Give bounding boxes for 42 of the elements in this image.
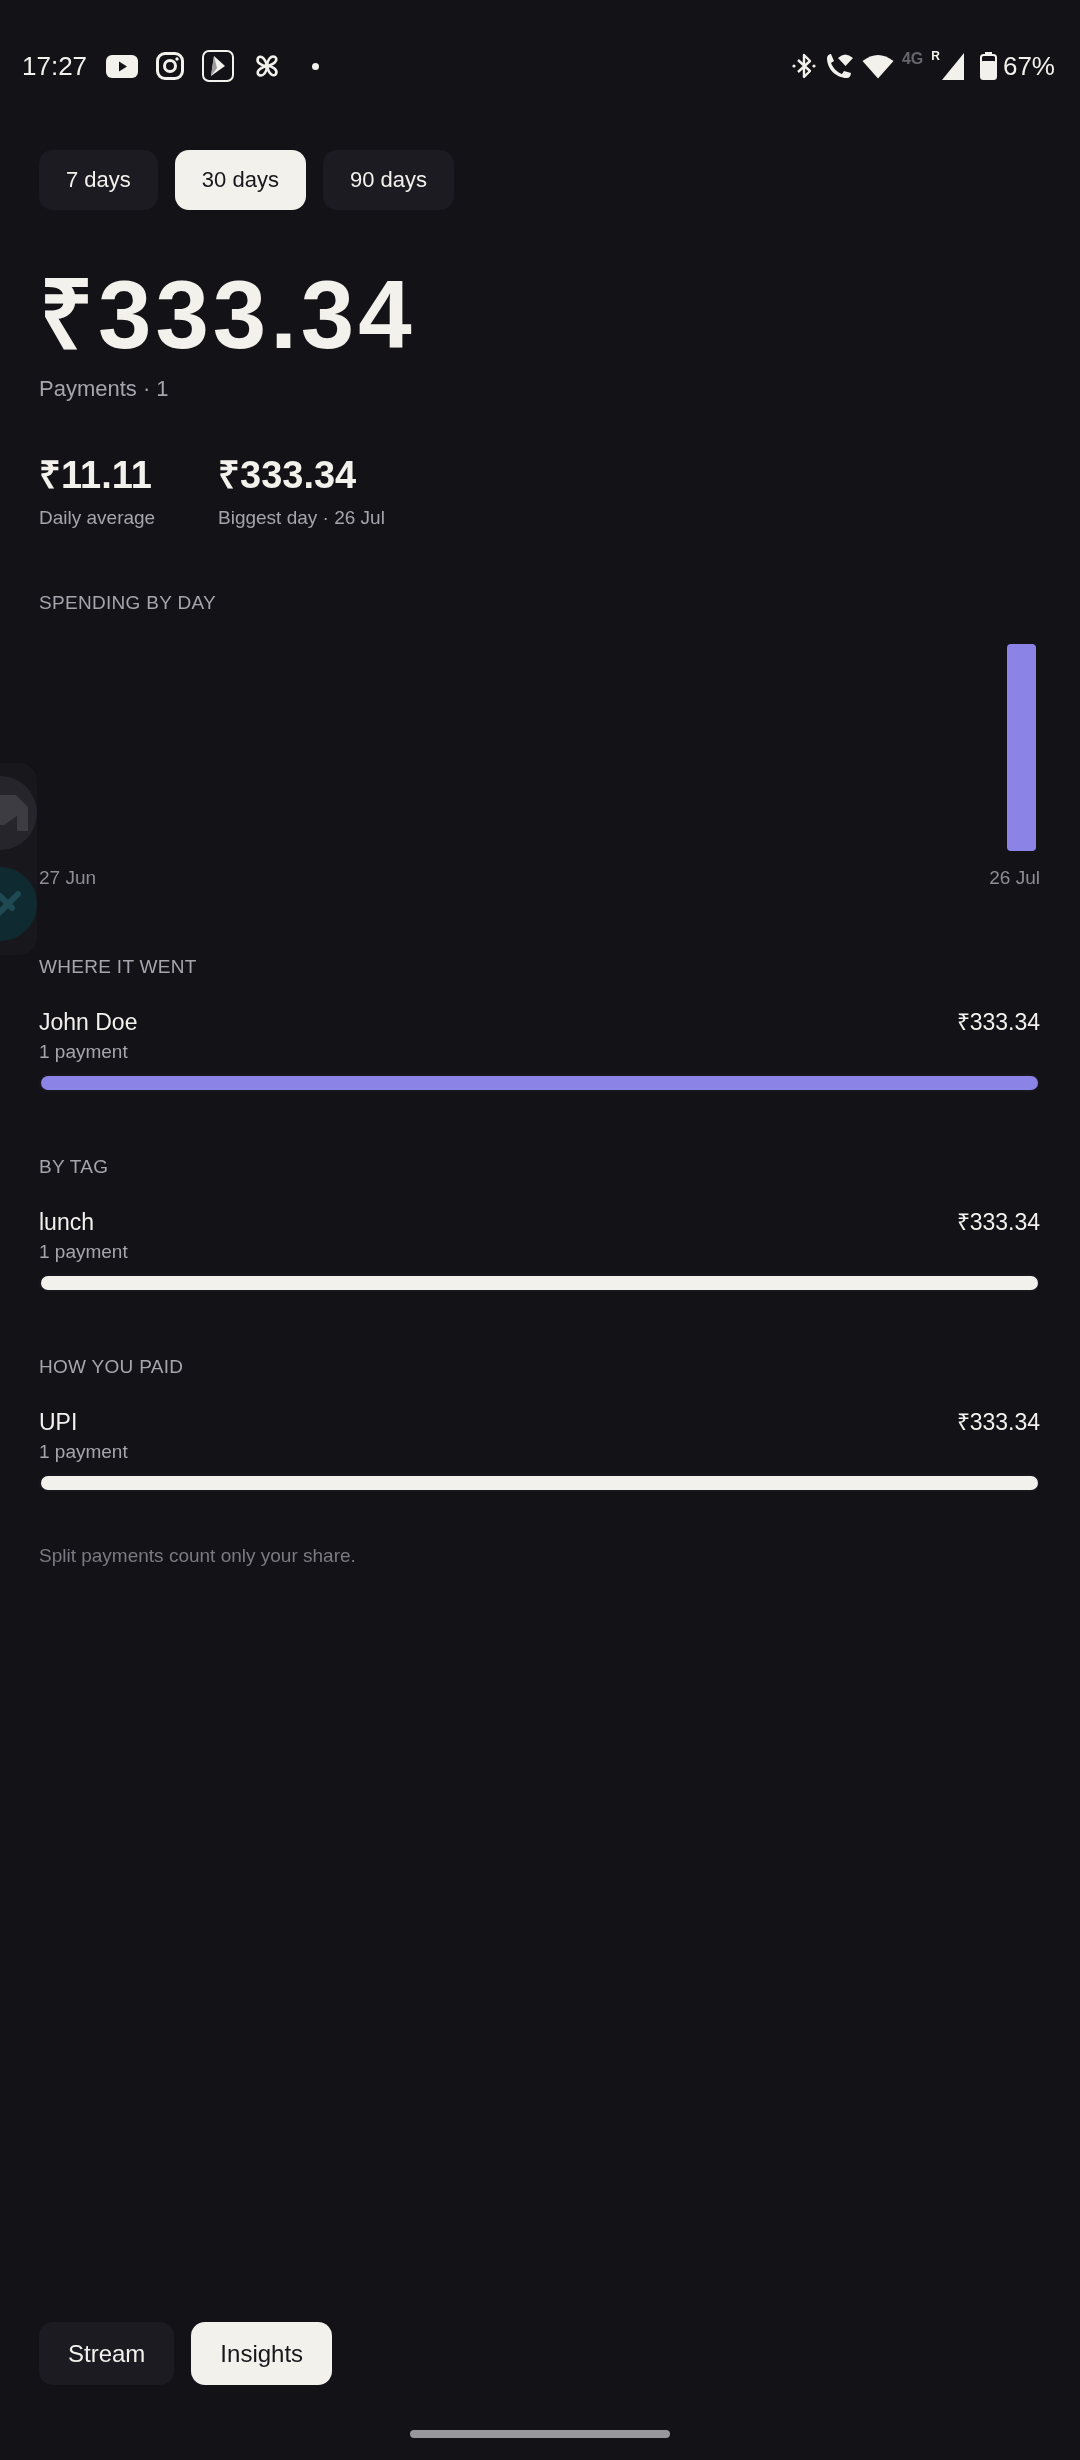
stat-label: Daily average (39, 506, 157, 529)
stat-value: ₹333.34 (218, 456, 358, 494)
home-indicator[interactable] (410, 2430, 670, 2438)
stat-label: Biggest day · 26 Jul (218, 506, 386, 529)
row-name: UPI (39, 1408, 78, 1436)
camera-icon (156, 52, 185, 80)
row-name: John Doe (39, 1008, 138, 1036)
row-name: lunch (39, 1208, 94, 1236)
range-tab[interactable]: 7 days (39, 150, 158, 210)
section-heading: WHERE IT WENT (39, 955, 198, 978)
floating-bubble-icon[interactable] (0, 775, 37, 851)
stat-value: ₹11.11 (39, 456, 153, 494)
battery-icon (979, 52, 997, 80)
nav-tab[interactable]: Stream (39, 2322, 175, 2385)
payments-count: Payments · 1 (39, 376, 170, 402)
section-heading: HOW YOU PAID (39, 1355, 185, 1378)
footnote: Split payments count only your share. (39, 1544, 357, 1567)
row-amount: ₹333.34 (956, 1008, 1040, 1036)
signal-icon (941, 52, 964, 80)
total-amount: ₹333.34 (39, 267, 417, 363)
video-play-icon (106, 54, 139, 78)
range-tab[interactable]: 30 days (174, 150, 306, 210)
row-amount: ₹333.34 (956, 1208, 1040, 1236)
battery-percent: 67% (1002, 51, 1055, 81)
clock-time: 17:27 (22, 51, 88, 81)
range-tab[interactable]: 90 days (322, 150, 454, 210)
nav-tab[interactable]: Insights (191, 2322, 333, 2385)
network-type-label: 4G (901, 50, 924, 68)
wifi-icon (861, 53, 894, 79)
payment-count: 1 payment (39, 1240, 129, 1263)
notification-dot-icon (312, 62, 320, 70)
section-heading: SPENDING BY DAY (39, 591, 217, 614)
roaming-label: R (931, 50, 940, 63)
payment-count: 1 payment (39, 1040, 129, 1063)
payment-count: 1 payment (39, 1440, 129, 1463)
bluetooth-icon (791, 51, 816, 81)
section-heading: BY TAG (39, 1155, 110, 1178)
axis-label: 26 Jul (989, 866, 1040, 889)
floating-bubble-icon[interactable] (0, 866, 37, 942)
app-logo-icon (202, 50, 235, 82)
row-amount: ₹333.34 (956, 1408, 1040, 1436)
axis-label: 27 Jun (39, 866, 97, 889)
